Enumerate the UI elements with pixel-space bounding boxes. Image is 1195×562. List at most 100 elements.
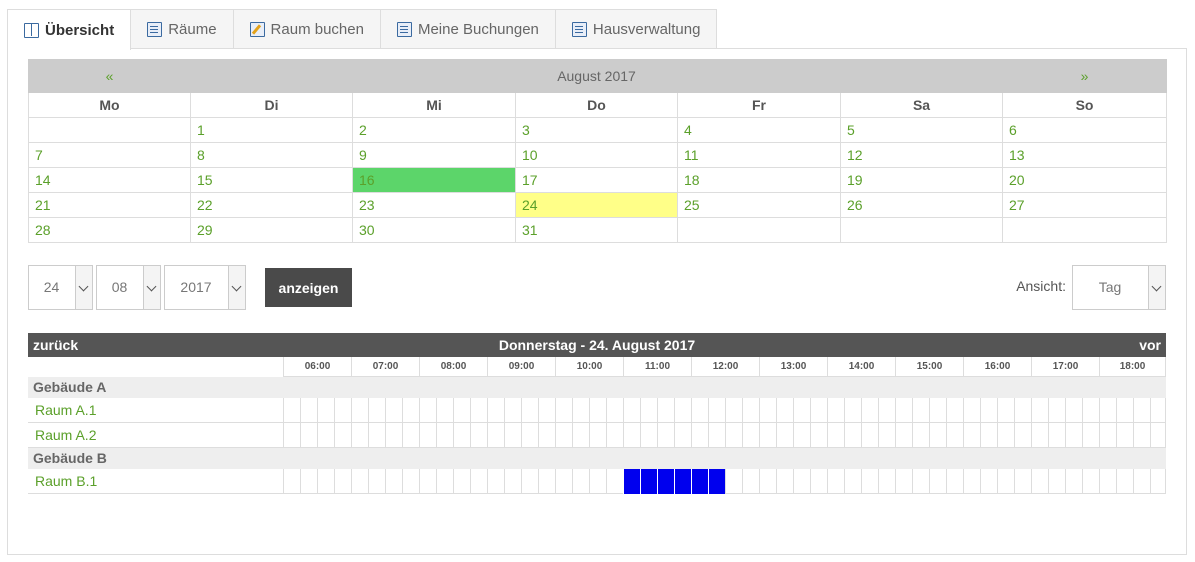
room-link[interactable]: Raum B.1	[35, 469, 97, 494]
free-slot[interactable]	[470, 469, 487, 494]
free-slot[interactable]	[759, 469, 776, 494]
free-slot[interactable]	[810, 398, 827, 423]
free-slot[interactable]	[691, 398, 708, 423]
free-slot[interactable]	[640, 423, 657, 448]
free-slot[interactable]	[1150, 398, 1166, 423]
free-slot[interactable]	[912, 423, 929, 448]
free-slot[interactable]	[300, 423, 317, 448]
next-month-link[interactable]: »	[1002, 59, 1168, 93]
calendar-day[interactable]: 14	[28, 167, 191, 193]
free-slot[interactable]	[1116, 423, 1133, 448]
free-slot[interactable]	[861, 469, 878, 494]
booked-slot[interactable]	[640, 469, 657, 494]
free-slot[interactable]	[351, 423, 368, 448]
tab-meine-buchungen[interactable]: Meine Buchungen	[379, 9, 556, 49]
calendar-day[interactable]: 31	[515, 217, 678, 243]
free-slot[interactable]	[946, 423, 963, 448]
free-slot[interactable]	[521, 469, 538, 494]
calendar-day[interactable]: 27	[1002, 192, 1168, 218]
calendar-day[interactable]: 15	[190, 167, 353, 193]
free-slot[interactable]	[963, 469, 980, 494]
free-slot[interactable]	[1099, 469, 1116, 494]
free-slot[interactable]	[589, 423, 606, 448]
free-slot[interactable]	[419, 398, 436, 423]
free-slot[interactable]	[708, 398, 725, 423]
free-slot[interactable]	[861, 398, 878, 423]
prev-month-link[interactable]: «	[28, 59, 191, 93]
free-slot[interactable]	[980, 469, 997, 494]
free-slot[interactable]	[793, 398, 810, 423]
free-slot[interactable]	[997, 423, 1014, 448]
free-slot[interactable]	[351, 469, 368, 494]
free-slot[interactable]	[453, 423, 470, 448]
free-slot[interactable]	[1065, 398, 1082, 423]
free-slot[interactable]	[538, 469, 555, 494]
free-slot[interactable]	[1133, 423, 1150, 448]
tab-raum-buchen[interactable]: Raum buchen	[232, 9, 381, 49]
free-slot[interactable]	[810, 423, 827, 448]
free-slot[interactable]	[1048, 398, 1065, 423]
free-slot[interactable]	[606, 469, 623, 494]
free-slot[interactable]	[725, 398, 742, 423]
free-slot[interactable]	[827, 469, 844, 494]
free-slot[interactable]	[674, 398, 691, 423]
free-slot[interactable]	[436, 423, 453, 448]
free-slot[interactable]	[572, 398, 589, 423]
calendar-day[interactable]: 13	[1002, 142, 1168, 168]
free-slot[interactable]	[385, 423, 402, 448]
free-slot[interactable]	[1116, 469, 1133, 494]
tab-raeume[interactable]: Räume	[130, 9, 234, 49]
free-slot[interactable]	[1150, 469, 1166, 494]
free-slot[interactable]	[1014, 398, 1031, 423]
free-slot[interactable]	[1048, 469, 1065, 494]
calendar-day[interactable]: 6	[1002, 117, 1168, 143]
free-slot[interactable]	[368, 398, 385, 423]
free-slot[interactable]	[623, 423, 640, 448]
free-slot[interactable]	[368, 469, 385, 494]
calendar-day[interactable]: 18	[677, 167, 841, 193]
free-slot[interactable]	[368, 423, 385, 448]
free-slot[interactable]	[1150, 423, 1166, 448]
calendar-day[interactable]: 16	[352, 167, 516, 193]
free-slot[interactable]	[419, 423, 436, 448]
calendar-day[interactable]: 11	[677, 142, 841, 168]
free-slot[interactable]	[963, 423, 980, 448]
free-slot[interactable]	[402, 469, 419, 494]
free-slot[interactable]	[487, 423, 504, 448]
free-slot[interactable]	[317, 423, 334, 448]
free-slot[interactable]	[606, 398, 623, 423]
calendar-day[interactable]: 23	[352, 192, 516, 218]
free-slot[interactable]	[1065, 469, 1082, 494]
show-button[interactable]: anzeigen	[265, 268, 352, 307]
free-slot[interactable]	[912, 398, 929, 423]
room-link[interactable]: Raum A.1	[35, 398, 96, 423]
free-slot[interactable]	[1133, 469, 1150, 494]
calendar-day[interactable]: 24	[515, 192, 678, 218]
free-slot[interactable]	[946, 398, 963, 423]
view-select[interactable]: Tag	[1072, 265, 1166, 310]
calendar-day[interactable]: 17	[515, 167, 678, 193]
free-slot[interactable]	[572, 423, 589, 448]
tab-uebersicht[interactable]: Übersicht	[7, 9, 132, 50]
free-slot[interactable]	[402, 398, 419, 423]
calendar-day[interactable]: 22	[190, 192, 353, 218]
booked-slot[interactable]	[657, 469, 674, 494]
calendar-day[interactable]: 29	[190, 217, 353, 243]
free-slot[interactable]	[1048, 423, 1065, 448]
free-slot[interactable]	[1082, 423, 1099, 448]
free-slot[interactable]	[725, 469, 742, 494]
year-select[interactable]: 2017	[164, 265, 246, 310]
free-slot[interactable]	[640, 398, 657, 423]
calendar-day[interactable]: 8	[190, 142, 353, 168]
free-slot[interactable]	[470, 423, 487, 448]
calendar-day[interactable]: 3	[515, 117, 678, 143]
free-slot[interactable]	[912, 469, 929, 494]
free-slot[interactable]	[657, 398, 674, 423]
free-slot[interactable]	[1014, 469, 1031, 494]
free-slot[interactable]	[538, 423, 555, 448]
free-slot[interactable]	[1031, 469, 1048, 494]
free-slot[interactable]	[385, 469, 402, 494]
free-slot[interactable]	[555, 398, 572, 423]
free-slot[interactable]	[759, 423, 776, 448]
free-slot[interactable]	[844, 423, 861, 448]
